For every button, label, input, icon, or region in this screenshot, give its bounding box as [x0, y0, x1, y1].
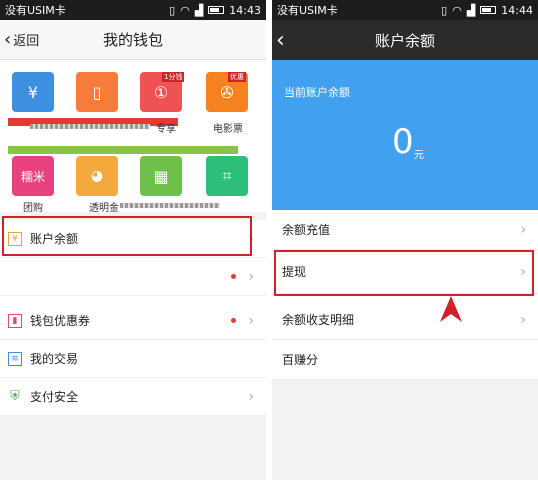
redacted-label — [30, 124, 150, 129]
chevron-right-icon: › — [520, 311, 526, 328]
clock-text: 14:43 — [229, 3, 261, 17]
list-item-label: 余额充值 — [282, 223, 331, 237]
status-bar: 没有USIM卡 ▯ ◠ ▟ 14:43 — [0, 0, 266, 20]
tile-label: 电影票 — [213, 124, 243, 135]
service-grid: ¥ ▯ ① 1分钱 ✇ 优惠 专享 电影票 糯米 ◕ ▦ ⌗ 团购 透明金 — [0, 60, 266, 214]
coupon-item[interactable]: ▮ 钱包优惠券 › — [0, 302, 266, 340]
clock-text: 14:44 — [501, 3, 533, 17]
chevron-right-icon: › — [248, 268, 254, 285]
tile-label: 专享 — [156, 124, 176, 135]
signal-icon: ▟ — [194, 3, 204, 17]
pointer-arrow-icon — [440, 296, 462, 322]
balance-card: 当前账户余额 0 元 — [272, 60, 538, 210]
unread-dot — [231, 274, 236, 279]
highlight-box — [2, 216, 252, 256]
transactions-item[interactable]: ≡ 我的交易 — [0, 340, 266, 378]
list-item-label: 钱包优惠券 — [30, 314, 91, 328]
vibrate-icon: ▯ — [441, 3, 448, 17]
redacted-label — [120, 203, 220, 208]
yen-cycle-icon[interactable]: ¥ — [12, 72, 54, 112]
chevron-right-icon: › — [520, 221, 526, 238]
chevron-left-icon: ‹ — [276, 27, 285, 53]
payment-security-item[interactable]: ⛨ 支付安全 › — [0, 378, 266, 416]
wifi-icon: ◠ — [452, 3, 462, 17]
highlight-box — [274, 250, 534, 296]
page-title: 账户余额 — [374, 31, 435, 50]
balance-label: 当前账户余额 — [284, 86, 350, 99]
back-button[interactable]: ‹ — [276, 28, 287, 53]
chevron-left-icon: ‹ — [4, 29, 12, 50]
decorative-bar — [8, 146, 238, 154]
wifi-icon: ◠ — [180, 3, 190, 17]
status-bar: 没有USIM卡 ▯ ◠ ▟ 14:44 — [272, 0, 538, 20]
battery-icon — [480, 6, 497, 14]
list-item-label: 我的交易 — [30, 352, 79, 366]
wallet-screen: 没有USIM卡 ▯ ◠ ▟ 14:43 ‹ 返回 我的钱包 ¥ ▯ ① 1分钱 … — [0, 0, 266, 480]
signal-icon: ▟ — [466, 3, 476, 17]
list-item-label: 支付安全 — [30, 390, 79, 404]
list-item-label: 百赚分 — [282, 353, 319, 367]
phone-icon[interactable]: ▯ — [76, 72, 118, 112]
coupon-icon: ▮ — [8, 313, 22, 328]
shield-icon: ⛨ — [10, 389, 20, 404]
chevron-right-icon: › — [248, 312, 254, 329]
list-item[interactable]: › — [0, 258, 266, 296]
tile-label: 团购 — [23, 203, 43, 214]
battery-icon — [208, 6, 225, 14]
statement-item[interactable]: 余额收支明细 › — [272, 300, 538, 340]
carrier-text: 没有USIM卡 — [5, 4, 66, 17]
nuomi-icon[interactable]: 糯米 — [12, 156, 54, 196]
list-icon: ≡ — [8, 351, 22, 366]
top-up-item[interactable]: 余额充值 › — [272, 210, 538, 250]
nav-bar: ‹ 返回 我的钱包 — [0, 20, 266, 60]
carrier-text: 没有USIM卡 — [277, 4, 338, 17]
tile-badge: 优惠 — [228, 72, 246, 82]
back-button[interactable]: ‹ 返回 — [4, 29, 39, 50]
back-label: 返回 — [13, 34, 40, 49]
balance-screen: 没有USIM卡 ▯ ◠ ▟ 14:44 ‹ 账户余额 当前账户余额 0 元 余额… — [272, 0, 538, 480]
balance-amount: 0 — [392, 122, 414, 162]
nav-bar: ‹ 账户余额 — [272, 20, 538, 60]
unread-dot — [231, 318, 236, 323]
qr-code-icon[interactable]: ▦ — [140, 156, 182, 196]
list-item-label: 余额收支明细 — [282, 313, 355, 327]
page-title: 我的钱包 — [102, 31, 163, 49]
vibrate-icon: ▯ — [169, 3, 176, 17]
tile-badge: 1分钱 — [162, 72, 185, 82]
baizhuanfen-item[interactable]: 百赚分 — [272, 340, 538, 380]
balance-unit: 元 — [414, 150, 424, 161]
scan-icon[interactable]: ⌗ — [206, 156, 248, 196]
piggy-bank-icon[interactable]: ◕ — [76, 156, 118, 196]
chevron-right-icon: › — [248, 388, 254, 405]
